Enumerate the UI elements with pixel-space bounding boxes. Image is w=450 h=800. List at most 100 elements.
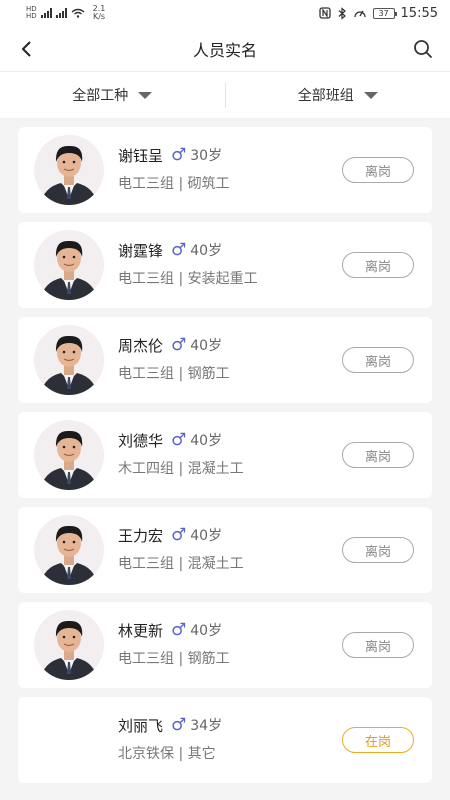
signal-icon [55, 8, 67, 18]
name-line: 林更新 ♂ 40岁 [118, 620, 230, 640]
meta-separator: | [178, 461, 188, 477]
male-icon: ♂ [171, 240, 187, 260]
nfc-icon [318, 7, 331, 19]
avatar [34, 515, 104, 585]
speed-unit: K/s [92, 12, 106, 21]
meta-separator: | [178, 556, 188, 572]
team-filter[interactable]: 全部班组 [226, 85, 450, 105]
duty-status-button[interactable]: 离岗 [342, 632, 414, 658]
worker-name: 刘丽飞 [118, 716, 164, 735]
back-button[interactable] [14, 36, 40, 62]
avatar-photo [34, 515, 104, 585]
status-right: 37 15:55 [318, 6, 438, 21]
worker-age: 40岁 [190, 528, 223, 544]
worker-card[interactable]: 谢钰呈 ♂ 30岁 电工三组 | 砌筑工 离岗 [18, 127, 432, 213]
worker-age: 40岁 [190, 243, 223, 259]
name-line: 周杰伦 ♂ 40岁 [118, 335, 230, 355]
filter-bar: 全部工种 全部班组 [0, 72, 450, 118]
worker-meta: 电工三组 | 砌筑工 [118, 173, 230, 193]
worker-work-type: 钢筋工 [187, 366, 230, 382]
worker-work-type: 混凝土工 [187, 461, 244, 477]
team-filter-label: 全部班组 [297, 88, 354, 104]
meta-separator: | [178, 271, 188, 287]
worker-age: 34岁 [190, 718, 223, 734]
worker-list[interactable]: 谢钰呈 ♂ 30岁 电工三组 | 砌筑工 离岗 谢霆锋 ♂ 40岁 电工三组 |… [0, 118, 450, 800]
male-icon: ♂ [171, 715, 187, 735]
avatar-photo [34, 420, 104, 490]
worker-card[interactable]: 刘德华 ♂ 40岁 木工四组 | 混凝土工 离岗 [18, 412, 432, 498]
meta-separator: | [178, 651, 188, 667]
male-icon: ♂ [171, 335, 187, 355]
worker-team: 北京铁保 [118, 746, 174, 762]
worker-meta: 木工四组 | 混凝土工 [118, 458, 244, 478]
network-speed: 2.1 K/s [93, 5, 106, 21]
status-left: HD HD 2.1 K/s [26, 5, 105, 21]
avatar [34, 705, 104, 775]
worker-meta: 电工三组 | 钢筋工 [118, 648, 230, 668]
avatar [34, 230, 104, 300]
worker-work-type: 砌筑工 [187, 176, 230, 192]
network-type-indicator: HD HD [26, 6, 37, 20]
duty-status-button[interactable]: 离岗 [342, 347, 414, 373]
status-bar: HD HD 2.1 K/s 37 15:55 [0, 0, 450, 26]
worker-name: 谢钰呈 [118, 146, 164, 165]
battery-icon: 37 [372, 7, 397, 19]
name-line: 刘德华 ♂ 40岁 [118, 430, 244, 450]
network-label: HD [26, 12, 37, 20]
caret-down-icon [363, 91, 378, 99]
search-button[interactable] [410, 36, 436, 62]
worker-work-type: 安装起重工 [187, 271, 258, 287]
worker-info: 谢霆锋 ♂ 40岁 电工三组 | 安装起重工 [118, 240, 258, 288]
worker-name: 周杰伦 [118, 336, 164, 355]
worker-team: 电工三组 [118, 651, 174, 667]
name-line: 谢霆锋 ♂ 40岁 [118, 240, 258, 260]
worker-meta: 电工三组 | 钢筋工 [118, 363, 230, 383]
avatar-photo [34, 610, 104, 680]
avatar-photo [34, 325, 104, 395]
work-type-filter[interactable]: 全部工种 [0, 85, 225, 105]
duty-status-button[interactable]: 离岗 [342, 537, 414, 563]
name-line: 刘丽飞 ♂ 34岁 [118, 715, 222, 735]
duty-status-button[interactable]: 离岗 [342, 157, 414, 183]
worker-name: 刘德华 [118, 431, 164, 450]
worker-team: 电工三组 [118, 556, 174, 572]
worker-team: 木工四组 [118, 461, 174, 477]
worker-card[interactable]: 刘丽飞 ♂ 34岁 北京铁保 | 其它 在岗 [18, 697, 432, 783]
meta-separator: | [178, 366, 188, 382]
page-title: 人员实名 [192, 40, 257, 60]
worker-card[interactable]: 谢霆锋 ♂ 40岁 电工三组 | 安装起重工 离岗 [18, 222, 432, 308]
avatar [34, 610, 104, 680]
worker-team: 电工三组 [118, 271, 174, 287]
worker-card[interactable]: 林更新 ♂ 40岁 电工三组 | 钢筋工 离岗 [18, 602, 432, 688]
worker-info: 刘丽飞 ♂ 34岁 北京铁保 | 其它 [118, 715, 222, 763]
duty-status-button[interactable]: 离岗 [342, 442, 414, 468]
worker-info: 林更新 ♂ 40岁 电工三组 | 钢筋工 [118, 620, 230, 668]
worker-age: 40岁 [190, 433, 223, 449]
avatar-photo [34, 135, 104, 205]
worker-team: 电工三组 [118, 366, 174, 382]
male-icon: ♂ [171, 430, 187, 450]
worker-work-type: 其它 [187, 746, 216, 762]
worker-team: 电工三组 [118, 176, 174, 192]
male-icon: ♂ [171, 620, 187, 640]
duty-status-button[interactable]: 离岗 [342, 252, 414, 278]
caret-down-icon [138, 91, 153, 99]
worker-work-type: 混凝土工 [187, 556, 244, 572]
vibrate-icon [353, 10, 366, 18]
avatar [34, 420, 104, 490]
worker-work-type: 钢筋工 [187, 651, 230, 667]
nav-bar: 人员实名 [0, 26, 450, 72]
signal-icon [40, 8, 52, 18]
name-line: 王力宏 ♂ 40岁 [118, 525, 244, 545]
bluetooth-icon [338, 6, 346, 20]
battery-level: 37 [378, 8, 389, 18]
avatar [34, 325, 104, 395]
worker-card[interactable]: 周杰伦 ♂ 40岁 电工三组 | 钢筋工 离岗 [18, 317, 432, 403]
worker-meta: 北京铁保 | 其它 [118, 743, 222, 763]
duty-status-button[interactable]: 在岗 [342, 727, 414, 753]
worker-meta: 电工三组 | 混凝土工 [118, 553, 244, 573]
worker-age: 40岁 [190, 623, 223, 639]
worker-card[interactable]: 王力宏 ♂ 40岁 电工三组 | 混凝土工 离岗 [18, 507, 432, 593]
male-icon: ♂ [171, 525, 187, 545]
avatar [34, 135, 104, 205]
